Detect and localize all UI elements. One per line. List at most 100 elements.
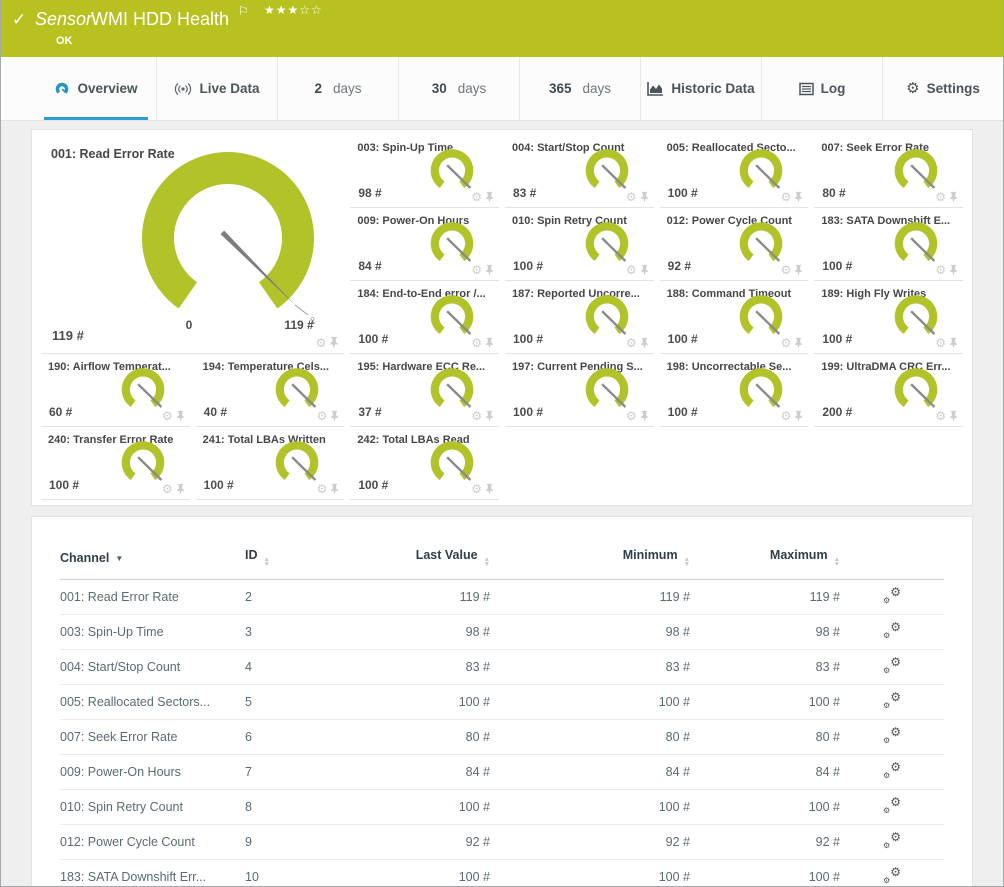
gear-icon[interactable]: ⚙ <box>781 191 792 203</box>
pin-icon[interactable] <box>794 410 803 422</box>
gear-icon[interactable]: ⚙ <box>781 410 792 422</box>
table-row[interactable]: 003: Spin-Up Time 3 98 # 98 # 98 # ⚙ ⚙ <box>60 614 944 650</box>
channel-settings-gears-icon[interactable]: ⚙ ⚙ <box>883 655 901 675</box>
gear-icon[interactable]: ⚙ <box>626 337 637 349</box>
gear-icon[interactable]: ⚙ <box>626 264 637 276</box>
gear-icon[interactable]: ⚙ <box>317 410 328 422</box>
gear-icon[interactable]: ⚙ <box>626 410 637 422</box>
gauge-cell[interactable]: 004: Start/Stop Count 83 # ⚙ <box>505 135 654 208</box>
gear-icon[interactable]: ⚙ <box>935 191 946 203</box>
tab-historic-data[interactable]: Historic Data <box>640 57 761 120</box>
gear-icon[interactable]: ⚙ <box>471 337 482 349</box>
gear-icon[interactable]: ⚙ <box>471 410 482 422</box>
cell-channel[interactable]: 004: Start/Stop Count <box>60 649 245 685</box>
column-header-id[interactable]: ID ▲ ▼ <box>245 539 340 580</box>
gauge-cell[interactable]: 188: Command Timeout 100 # ⚙ <box>659 281 809 354</box>
column-header-minimum[interactable]: Minimum ▲ ▼ <box>490 539 690 580</box>
pin-icon[interactable] <box>485 191 494 203</box>
gauge-cell[interactable]: 187: Reported Uncorre... 100 # ⚙ <box>505 281 654 354</box>
gauge-cell[interactable]: 012: Power Cycle Count 92 # ⚙ <box>659 208 809 281</box>
pin-icon[interactable] <box>640 264 649 276</box>
gauge-cell[interactable]: 240: Transfer Error Rate 100 # ⚙ <box>41 427 190 500</box>
gear-icon[interactable]: ⚙ <box>471 191 482 203</box>
cell-channel[interactable]: 183: SATA Downshift Err... <box>60 859 245 886</box>
channel-settings-gears-icon[interactable]: ⚙ ⚙ <box>883 725 901 745</box>
gauge-cell[interactable]: 195: Hardware ECC Re... 37 # ⚙ <box>350 354 499 427</box>
gear-icon[interactable]: ⚙ <box>162 410 173 422</box>
gauge-cell[interactable]: 197: Current Pending S... 100 # ⚙ <box>505 354 654 427</box>
tab-365-days[interactable]: 365 days <box>519 57 640 120</box>
pin-icon[interactable] <box>330 483 339 495</box>
table-row[interactable]: 001: Read Error Rate 2 119 # 119 # 119 #… <box>60 579 944 615</box>
gear-icon[interactable]: ⚙ <box>471 483 482 495</box>
gear-icon[interactable]: ⚙ <box>316 337 327 349</box>
gauge-cell[interactable]: 241: Total LBAs Written 100 # ⚙ <box>195 427 345 500</box>
channel-settings-gears-icon[interactable]: ⚙ ⚙ <box>883 865 901 885</box>
channel-settings-gears-icon[interactable]: ⚙ ⚙ <box>883 620 901 640</box>
table-row[interactable]: 007: Seek Error Rate 6 80 # 80 # 80 # ⚙ ⚙ <box>60 719 944 755</box>
gear-icon[interactable]: ⚙ <box>935 337 946 349</box>
pin-icon[interactable] <box>949 337 958 349</box>
pin-icon[interactable] <box>640 337 649 349</box>
gauge-cell[interactable]: 190: Airflow Temperat... 60 # ⚙ <box>41 354 190 427</box>
pin-icon[interactable] <box>176 410 185 422</box>
gauge-cell[interactable]: 194: Temperature Cels... 40 # ⚙ <box>195 354 345 427</box>
channel-settings-gears-icon[interactable]: ⚙ ⚙ <box>883 830 901 850</box>
gauge-cell[interactable]: 189: High Fly Writes 100 # ⚙ <box>814 281 963 354</box>
gear-icon[interactable]: ⚙ <box>781 337 792 349</box>
flag-icon[interactable]: ⚐ <box>238 4 249 18</box>
channel-settings-gears-icon[interactable]: ⚙ ⚙ <box>883 585 901 605</box>
table-row[interactable]: 183: SATA Downshift Err... 10 100 # 100 … <box>60 859 944 886</box>
pin-icon[interactable] <box>794 264 803 276</box>
cell-channel[interactable]: 010: Spin Retry Count <box>60 789 245 825</box>
column-header-last-value[interactable]: Last Value ▲ ▼ <box>340 539 490 580</box>
gear-icon[interactable]: ⚙ <box>626 191 637 203</box>
table-row[interactable]: 012: Power Cycle Count 9 92 # 92 # 92 # … <box>60 824 944 860</box>
table-row[interactable]: 009: Power-On Hours 7 84 # 84 # 84 # ⚙ ⚙ <box>60 754 944 790</box>
gauge-cell[interactable]: 199: UltraDMA CRC Err... 200 # ⚙ <box>814 354 963 427</box>
tab-log[interactable]: Log <box>761 57 882 120</box>
gauge-cell[interactable]: 184: End-to-End error /... 100 # ⚙ <box>350 281 499 354</box>
gear-icon[interactable]: ⚙ <box>317 483 328 495</box>
channel-settings-gears-icon[interactable]: ⚙ ⚙ <box>883 760 901 780</box>
gauge-cell[interactable]: 242: Total LBAs Read 100 # ⚙ <box>350 427 499 500</box>
table-row[interactable]: 010: Spin Retry Count 8 100 # 100 # 100 … <box>60 789 944 825</box>
pin-icon[interactable] <box>949 191 958 203</box>
cell-channel[interactable]: 005: Reallocated Sectors... <box>60 684 245 720</box>
tab-30-days[interactable]: 30 days <box>398 57 519 120</box>
gauge-cell[interactable]: 010: Spin Retry Count 100 # ⚙ <box>505 208 654 281</box>
cell-channel[interactable]: 009: Power-On Hours <box>60 754 245 790</box>
gear-icon[interactable]: ⚙ <box>471 264 482 276</box>
table-row[interactable]: 004: Start/Stop Count 4 83 # 83 # 83 # ⚙… <box>60 649 944 685</box>
gear-icon[interactable]: ⚙ <box>935 264 946 276</box>
pin-icon[interactable] <box>485 483 494 495</box>
pin-icon[interactable] <box>794 337 803 349</box>
cell-channel[interactable]: 003: Spin-Up Time <box>60 614 245 650</box>
cell-channel[interactable]: 012: Power Cycle Count <box>60 824 245 860</box>
column-header-channel[interactable]: Channel ▼ <box>60 539 245 580</box>
pin-icon[interactable] <box>640 410 649 422</box>
cell-channel[interactable]: 001: Read Error Rate <box>60 579 245 615</box>
pin-icon[interactable] <box>640 191 649 203</box>
column-header-maximum[interactable]: Maximum ▲ ▼ <box>690 539 840 580</box>
table-row[interactable]: 005: Reallocated Sectors... 5 100 # 100 … <box>60 684 944 720</box>
gauge-cell[interactable]: 183: SATA Downshift E... 100 # ⚙ <box>814 208 963 281</box>
gauge-cell[interactable]: 005: Reallocated Secto... 100 # ⚙ <box>659 135 809 208</box>
pin-icon[interactable] <box>949 264 958 276</box>
channel-settings-gears-icon[interactable]: ⚙ ⚙ <box>883 795 901 815</box>
channel-settings-gears-icon[interactable]: ⚙ ⚙ <box>883 690 901 710</box>
pin-icon[interactable] <box>485 264 494 276</box>
gear-icon[interactable]: ⚙ <box>781 264 792 276</box>
gauge-cell[interactable]: 009: Power-On Hours 84 # ⚙ <box>350 208 499 281</box>
pin-icon[interactable] <box>176 483 185 495</box>
pin-icon[interactable] <box>949 410 958 422</box>
cell-channel[interactable]: 007: Seek Error Rate <box>60 719 245 755</box>
tab-live-data[interactable]: Live Data <box>156 57 277 120</box>
tab-overview[interactable]: Overview <box>36 57 156 120</box>
pin-icon[interactable] <box>330 410 339 422</box>
pin-icon[interactable] <box>329 336 339 349</box>
pin-icon[interactable] <box>485 337 494 349</box>
gauge-cell[interactable]: 007: Seek Error Rate 80 # ⚙ <box>814 135 963 208</box>
gauge-cell[interactable]: 198: Uncorrectable Se... 100 # ⚙ <box>659 354 809 427</box>
priority-stars[interactable]: ★★★☆☆ <box>264 3 323 17</box>
